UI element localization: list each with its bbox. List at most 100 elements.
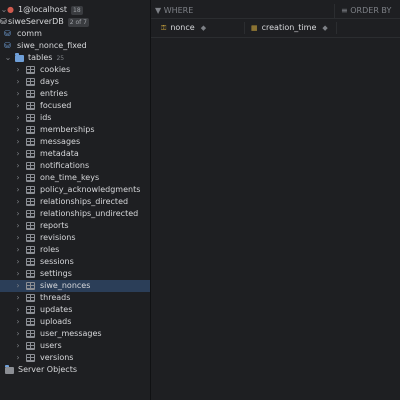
table-node[interactable]: › days [0,76,150,88]
table-node[interactable]: › ids [0,112,150,124]
table-node[interactable]: › entries [0,88,150,100]
chevron-right-icon[interactable]: › [14,100,22,112]
chevron-right-icon[interactable]: › [14,256,22,268]
chevron-right-icon[interactable]: › [14,76,22,88]
chevron-right-icon[interactable]: › [14,160,22,172]
chevron-right-icon[interactable]: › [14,172,22,184]
chevron-right-icon[interactable]: › [14,352,22,364]
table-icon [26,150,35,158]
chevron-right-icon[interactable]: › [14,64,22,76]
chevron-right-icon[interactable]: › [14,112,22,124]
database-explorer: ⌄ ● 1@localhost 18 ⛁ siweServerDB 2 of 7 ⛁… [0,0,151,400]
database-label: siweServerDB 2 of 7 [8,17,89,27]
table-node[interactable]: › uploads [0,316,150,328]
table-icon [26,186,35,194]
table-node[interactable]: › roles [0,244,150,256]
tables-count: 25 [56,55,65,62]
table-label: one_time_keys [40,173,100,182]
table-node[interactable]: › notifications [0,160,150,172]
chevron-right-icon[interactable]: › [14,208,22,220]
table-node[interactable]: › users [0,340,150,352]
chevron-right-icon[interactable]: › [14,136,22,148]
table-node[interactable]: › relationships_directed [0,196,150,208]
table-node[interactable]: › policy_acknowledgments [0,184,150,196]
table-node[interactable]: › cookies [0,64,150,76]
table-icon [26,330,35,338]
chevron-right-icon[interactable]: › [14,340,22,352]
table-node[interactable]: › user_messages [0,328,150,340]
chevron-right-icon[interactable]: › [14,148,22,160]
chevron-right-icon[interactable]: › [14,232,22,244]
database-node[interactable]: ⛁ siweServerDB 2 of 7 [0,16,150,28]
table-node[interactable]: › one_time_keys [0,172,150,184]
table-node[interactable]: › sessions [0,256,150,268]
table-node[interactable]: › focused [0,100,150,112]
chevron-right-icon[interactable]: › [14,268,22,280]
schema-node-comm[interactable]: ⛁ comm [0,28,150,40]
column-header-creation-time[interactable]: ▦ creation_time ◆ [251,19,328,37]
sort-icon[interactable]: ◆ [322,24,327,32]
table-node[interactable]: › messages [0,136,150,148]
tables-folder-node[interactable]: ⌄ tables 25 [0,52,150,64]
table-node[interactable]: › revisions [0,232,150,244]
table-icon [26,270,35,278]
table-node[interactable]: › threads [0,292,150,304]
table-icon [26,138,35,146]
table-label: focused [40,101,72,110]
sort-icon[interactable]: ◆ [201,24,206,32]
table-icon [26,78,35,86]
table-label: users [40,341,62,350]
sort-lines-icon: ≡ [341,6,348,15]
table-icon [26,282,35,290]
connection-node[interactable]: ⌄ ● 1@localhost 18 [0,4,150,16]
table-node[interactable]: › siwe_nonces [0,280,150,292]
chevron-right-icon[interactable]: › [14,124,22,136]
chevron-right-icon[interactable]: › [14,88,22,100]
database-connection-icon: ● [7,5,14,14]
server-objects-label: Server Objects [18,365,77,374]
connection-label: 1@localhost 18 [18,5,83,15]
chevron-right-icon[interactable]: › [14,304,22,316]
schema-icon: ⛁ [4,29,11,38]
server-objects-node[interactable]: Server Objects [0,364,150,376]
table-label: messages [40,137,81,146]
chevron-right-icon[interactable]: › [14,316,22,328]
table-icon [26,66,35,74]
chevron-right-icon[interactable]: › [14,196,22,208]
where-filter[interactable]: ▼ WHERE [155,4,193,18]
table-node[interactable]: › relationships_undirected [0,208,150,220]
chevron-right-icon[interactable]: › [14,280,22,292]
table-label: user_messages [40,329,102,338]
order-by-filter[interactable]: ≡ ORDER BY [334,4,391,18]
schema-label: comm [17,29,42,38]
filter-icon: ▼ [155,6,162,15]
schema-node-siwe-nonce-fixed[interactable]: ⛁ siwe_nonce_fixed [0,40,150,52]
table-icon [26,102,35,110]
chevron-right-icon[interactable]: › [14,184,22,196]
column-divider[interactable] [336,22,337,34]
table-node[interactable]: › versions [0,352,150,364]
chevron-right-icon[interactable]: › [14,328,22,340]
table-icon [26,162,35,170]
key-icon: ⚿ [161,24,167,32]
column-type-icon: ▦ [251,24,258,32]
column-header-row: ⚿ nonce ◆ ▦ creation_time ◆ [151,19,400,38]
table-node[interactable]: › settings [0,268,150,280]
chevron-right-icon[interactable]: › [14,292,22,304]
table-icon [26,174,35,182]
chevron-down-icon[interactable]: ⌄ [4,52,12,64]
table-node[interactable]: › metadata [0,148,150,160]
table-icon [26,258,35,266]
table-node[interactable]: › memberships [0,124,150,136]
table-node[interactable]: › updates [0,304,150,316]
table-node[interactable]: › reports [0,220,150,232]
chevron-right-icon[interactable]: › [14,220,22,232]
column-header-nonce[interactable]: ⚿ nonce ◆ [161,19,206,37]
chevron-right-icon[interactable]: › [14,244,22,256]
folder-icon [15,53,24,62]
column-divider[interactable] [244,22,245,34]
table-label: sessions [40,257,74,266]
table-icon [26,210,35,218]
table-icon [26,222,35,230]
table-icon [26,354,35,362]
